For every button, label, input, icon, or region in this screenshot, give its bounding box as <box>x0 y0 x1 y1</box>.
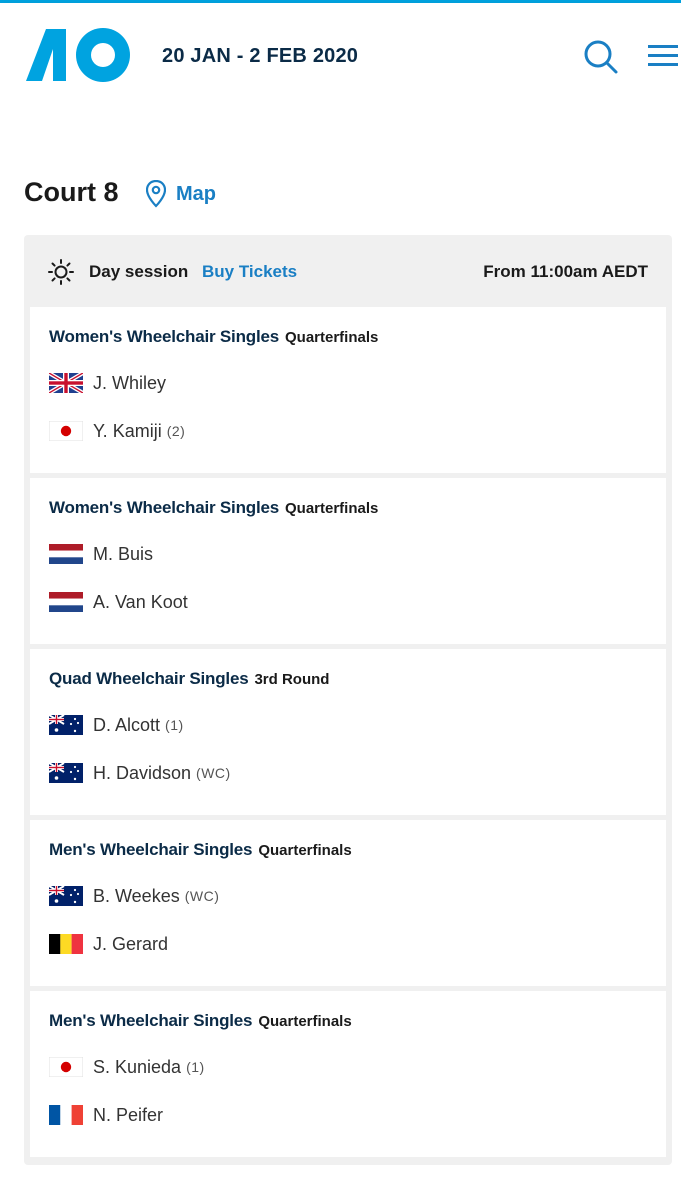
ao-logo[interactable] <box>26 27 132 83</box>
buy-tickets-link[interactable]: Buy Tickets <box>202 262 297 282</box>
player-name: B. Weekes <box>93 885 180 906</box>
player-row: J. Whiley <box>49 371 166 395</box>
player-name: Y. Kamiji <box>93 420 162 441</box>
player-name: N. Peifer <box>93 1104 164 1125</box>
player-row: S. Kunieda (1) <box>49 1055 205 1079</box>
player-row: B. Weekes (WC) <box>49 884 219 908</box>
match-card[interactable]: Men's Wheelchair Singles Quarterfinals S.… <box>30 991 666 1157</box>
player-name: M. Buis <box>93 543 154 564</box>
map-link-label: Map <box>176 182 216 205</box>
player-name: H. Davidson <box>93 762 192 783</box>
player-row: H. Davidson (WC) <box>49 761 231 785</box>
session-card: Day session Buy Tickets From 11:00am AED… <box>24 235 672 1165</box>
session-bar: Day session Buy Tickets From 11:00am AED… <box>24 235 672 307</box>
match-event: Women's Wheelchair Singles Quarterfinals <box>49 327 378 347</box>
player-seed: (WC) <box>184 888 220 904</box>
event-round: Quarterfinals <box>284 329 379 346</box>
flag-jpn-icon <box>49 421 83 441</box>
player-name: A. Van Koot <box>93 591 188 612</box>
flag-ned-icon <box>49 592 83 612</box>
player-row: Y. Kamiji (2) <box>49 419 185 443</box>
player-name: J. Whiley <box>93 372 167 393</box>
player-seed: (1) <box>165 717 184 733</box>
event-name: Women's Wheelchair Singles <box>49 498 279 517</box>
hamburger-menu-icon[interactable] <box>648 43 678 69</box>
session-label: Day session <box>89 262 189 281</box>
player-row: A. Van Koot <box>49 590 188 614</box>
event-dates: 20 JAN - 2 FEB 2020 <box>162 45 359 67</box>
match-event: Women's Wheelchair Singles Quarterfinals <box>49 498 378 518</box>
map-link[interactable]: Map <box>146 179 216 209</box>
session-start-time: From 11:00am AEDT <box>483 262 648 281</box>
flag-gbr-icon <box>49 373 83 393</box>
search-icon[interactable] <box>583 39 619 75</box>
event-name: Men's Wheelchair Singles <box>49 840 253 859</box>
player-seed: (WC) <box>196 765 231 781</box>
player-seed: (1) <box>186 1059 205 1075</box>
event-round: 3rd Round <box>254 671 330 688</box>
sun-icon <box>48 259 74 285</box>
match-card[interactable]: Women's Wheelchair Singles Quarterfinals … <box>30 478 666 644</box>
event-name: Men's Wheelchair Singles <box>49 1011 253 1030</box>
flag-fra-icon <box>49 1105 83 1125</box>
player-seed: (2) <box>166 423 186 439</box>
player-row: M. Buis <box>49 542 153 566</box>
flag-bel-icon <box>49 934 83 954</box>
site-header: 20 JAN - 2 FEB 2020 <box>0 3 681 107</box>
flag-aus-icon <box>49 886 83 906</box>
event-name: Women's Wheelchair Singles <box>49 327 279 346</box>
match-event: Men's Wheelchair Singles Quarterfinals <box>49 840 352 860</box>
player-row: N. Peifer <box>49 1103 163 1127</box>
event-round: Quarterfinals <box>284 500 379 517</box>
match-card[interactable]: Men's Wheelchair Singles Quarterfinals B.… <box>30 820 666 986</box>
match-card[interactable]: Women's Wheelchair Singles Quarterfinals … <box>30 307 666 473</box>
flag-aus-icon <box>49 763 83 783</box>
event-round: Quarterfinals <box>258 1013 352 1030</box>
player-name: D. Alcott <box>93 714 161 735</box>
player-name: J. Gerard <box>93 933 169 954</box>
match-card[interactable]: Quad Wheelchair Singles 3rd Round D. Alc… <box>30 649 666 815</box>
event-round: Quarterfinals <box>258 842 352 859</box>
court-title: Court 8 <box>24 177 119 207</box>
player-row: D. Alcott (1) <box>49 713 184 737</box>
flag-ned-icon <box>49 544 83 564</box>
flag-jpn-icon <box>49 1057 83 1077</box>
event-name: Quad Wheelchair Singles <box>49 669 249 688</box>
player-name: S. Kunieda <box>93 1056 182 1077</box>
main-content: Court 8 Map Day session Buy Tickets From… <box>0 107 681 1200</box>
match-event: Quad Wheelchair Singles 3rd Round <box>49 669 329 689</box>
match-event: Men's Wheelchair Singles Quarterfinals <box>49 1011 352 1031</box>
flag-aus-icon <box>49 715 83 735</box>
player-row: J. Gerard <box>49 932 168 956</box>
location-pin-icon <box>146 180 166 208</box>
